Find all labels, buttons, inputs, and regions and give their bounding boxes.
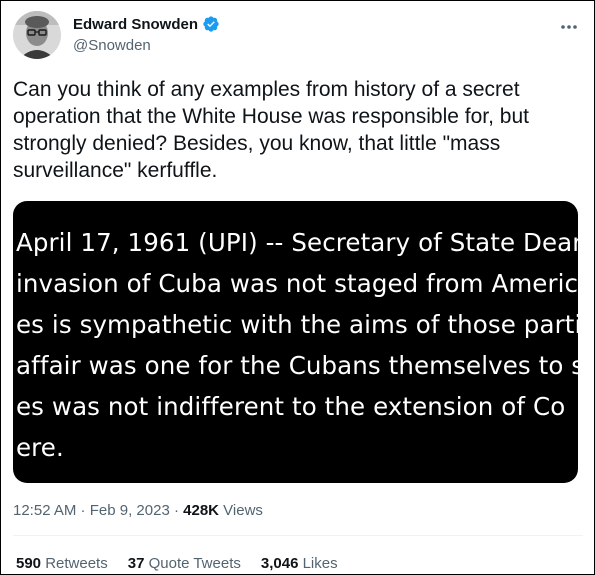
- retweets-label: Retweets: [41, 555, 108, 572]
- quote-tweets-label: Quote Tweets: [144, 555, 241, 572]
- retweets-count: 590: [16, 555, 42, 572]
- meta-separator: ·: [169, 502, 184, 519]
- author-name[interactable]: Edward Snowden: [73, 16, 198, 33]
- media-text-line: es was not indifferent to the extension …: [16, 392, 566, 421]
- views-label: Views: [219, 502, 263, 519]
- tweet-time[interactable]: 12:52 AM: [13, 502, 76, 519]
- likes-count: 3,046: [260, 555, 299, 572]
- meta-separator: ·: [76, 502, 90, 519]
- media-text-line: invasion of Cuba was not staged from Ame…: [16, 269, 578, 298]
- tweet-text: Can you think of any examples from histo…: [13, 78, 529, 182]
- tweet-meta: 12:52 AM · Feb 9, 2023 · 428K Views: [13, 502, 263, 519]
- quote-tweets-stat[interactable]: 37 Quote Tweets: [128, 555, 241, 572]
- engagement-stats: 590 Retweets 37 Quote Tweets 3,046 Likes: [16, 555, 338, 572]
- tweet-date[interactable]: Feb 9, 2023: [90, 502, 170, 519]
- divider: [13, 535, 583, 536]
- tweet-media-image[interactable]: April 17, 1961 (UPI) -- Secretary of Sta…: [13, 201, 578, 483]
- media-text-line: April 17, 1961 (UPI) -- Secretary of Sta…: [16, 228, 578, 257]
- author-handle[interactable]: @Snowden: [73, 37, 151, 54]
- avatar-image: [13, 11, 61, 59]
- verified-badge-icon: [203, 16, 219, 32]
- author-name-row[interactable]: Edward Snowden: [73, 15, 220, 33]
- more-dots-icon: [561, 25, 577, 29]
- tweet-card: Edward Snowden @Snowden Can you think of…: [0, 0, 595, 575]
- more-options-button[interactable]: [557, 15, 581, 39]
- quote-tweets-count: 37: [127, 555, 145, 572]
- likes-label: Likes: [298, 555, 338, 572]
- avatar[interactable]: [13, 11, 61, 59]
- media-text-line: es is sympathetic with the aims of those…: [16, 310, 578, 339]
- media-text-line: affair was one for the Cubans themselves…: [16, 351, 578, 380]
- views-count: 428K: [183, 502, 219, 519]
- retweets-stat[interactable]: 590 Retweets: [16, 555, 108, 572]
- likes-stat[interactable]: 3,046 Likes: [261, 555, 338, 572]
- media-text-line: ere.: [16, 433, 64, 462]
